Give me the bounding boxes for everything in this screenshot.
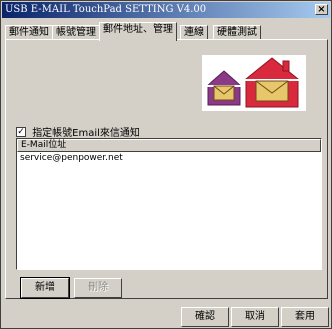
tab-label: 連線 — [184, 27, 204, 38]
tab-label: 帳號管理 — [56, 27, 96, 38]
title-bar[interactable]: USB E-MAIL TouchPad SETTING V4.00 × — [2, 2, 330, 18]
close-icon: × — [317, 4, 326, 15]
tab-hardware-test[interactable]: 硬體測試 — [213, 25, 261, 40]
tab-strip: 郵件通知 帳號管理 郵件地址、管理 連線 硬體測試 — [5, 22, 329, 41]
close-button[interactable]: × — [315, 4, 328, 15]
tab-label: 郵件地址、管理 — [103, 24, 173, 35]
delete-button-label: 刪除 — [88, 282, 108, 293]
list-column-header-label: E-Mail位址 — [21, 140, 67, 150]
tab-label: 郵件通知 — [9, 27, 49, 38]
add-button[interactable]: 新增 — [20, 277, 70, 299]
tab-label: 硬體測試 — [217, 27, 257, 38]
add-button-label: 新增 — [35, 282, 55, 293]
envelope-houses-icon — [202, 53, 306, 111]
list-column-header[interactable]: E-Mail位址 — [17, 139, 321, 152]
filter-checkbox[interactable]: ✓ — [16, 126, 26, 137]
tab-mail-notify[interactable]: 郵件通知 — [5, 25, 53, 40]
delete-button[interactable]: 刪除 — [74, 278, 122, 298]
list-item[interactable]: service@penpower.net — [17, 152, 321, 164]
window-title: USB E-MAIL TouchPad SETTING V4.00 — [5, 4, 207, 15]
cancel-button-label: 取消 — [245, 311, 265, 322]
filter-checkbox-row[interactable]: ✓ 指定帳號Email來信通知 — [16, 124, 140, 139]
tab-connection[interactable]: 連線 — [180, 25, 208, 40]
apply-button[interactable]: 套用 — [281, 307, 329, 327]
address-management-panel: ✓ 指定帳號Email來信通知 E-Mail位址 service@penpowe… — [5, 39, 328, 299]
email-address-list[interactable]: E-Mail位址 service@penpower.net — [16, 138, 322, 270]
tab-address-management[interactable]: 郵件地址、管理 — [99, 22, 177, 41]
apply-button-label: 套用 — [295, 311, 315, 322]
cancel-button[interactable]: 取消 — [231, 307, 279, 327]
ok-button-label: 確認 — [195, 311, 215, 322]
settings-window: USB E-MAIL TouchPad SETTING V4.00 × 郵件通知… — [0, 0, 332, 329]
tab-account-management[interactable]: 帳號管理 — [52, 25, 100, 40]
ok-button[interactable]: 確認 — [181, 307, 229, 327]
